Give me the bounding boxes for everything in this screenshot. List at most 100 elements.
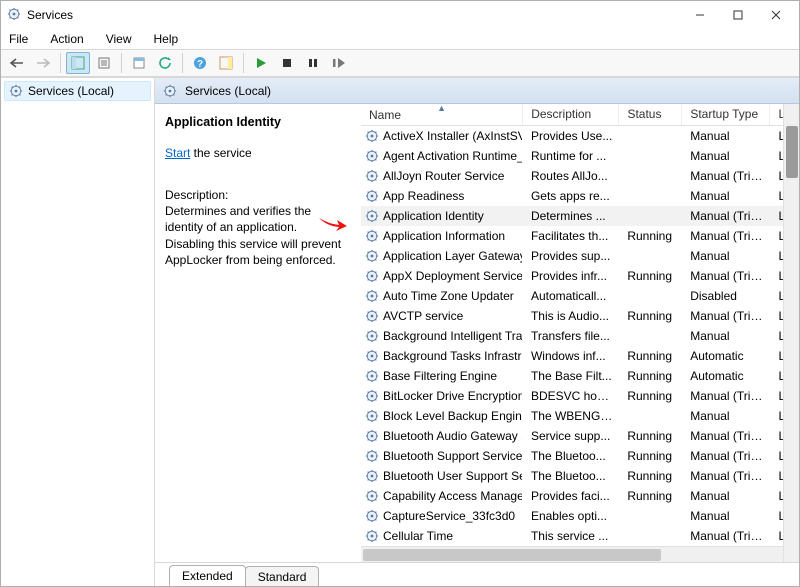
sort-asc-icon: ▲ [437,104,446,113]
gear-icon [365,389,379,403]
back-button[interactable] [5,52,29,74]
service-row[interactable]: Agent Activation Runtime_3...Runtime for… [361,146,799,166]
service-row[interactable]: AVCTP serviceThis is Audio...RunningManu… [361,306,799,326]
service-status: Running [619,366,682,386]
service-status [619,533,682,539]
service-row[interactable]: Auto Time Zone Updater Automaticall... Dis… [361,286,799,306]
col-startup-type[interactable]: Startup Type [682,104,770,125]
forward-button[interactable] [31,52,55,74]
vertical-scrollbar[interactable] [783,104,799,562]
service-status: Running [619,486,682,506]
detail-pane: Application Identity Start the service D… [155,104,361,562]
show-hide-tree-button[interactable] [66,52,90,74]
restart-service-button[interactable] [327,52,351,74]
service-row[interactable]: Cellular Time This service ... Manual (Tri… [361,526,799,546]
col-status[interactable]: Status [619,104,682,125]
tab-extended[interactable]: Extended [169,565,246,586]
service-startup-type: Disabled [682,286,770,306]
service-description: The Base Filt... [523,366,619,386]
gear-icon [365,129,379,143]
column-headers: Name ▲ Description Status Startup Type L… [361,104,799,126]
service-description: BDESVC hos... [523,386,619,406]
toolbar: ? [1,49,799,77]
gear-icon [365,489,379,503]
titlebar: Services [1,1,799,29]
service-row[interactable]: CaptureService_33fc3d0Enables opti...Man… [361,506,799,526]
service-row[interactable]: AllJoyn Router ServiceRoutes AllJo...Man… [361,166,799,186]
gear-icon [163,84,177,98]
help-button[interactable]: ? [188,52,212,74]
pause-service-button[interactable] [301,52,325,74]
menu-file[interactable]: File [5,30,32,48]
service-name: Agent Activation Runtime_3... [383,149,523,163]
service-status [619,413,682,419]
service-status [619,333,682,339]
service-startup-type: Manual (Trigg... [682,206,770,226]
service-row[interactable]: Bluetooth User Support Serv...The Blueto… [361,466,799,486]
service-row[interactable]: Block Level Backup Engine S...The WBENGI… [361,406,799,426]
service-description: This is Audio... [523,306,619,326]
service-description: Service supp... [523,426,619,446]
service-name: CaptureService_33fc3d0 [383,509,515,523]
close-button[interactable] [757,1,795,29]
service-startup-type: Manual (Trigg... [682,386,770,406]
service-startup-type: Manual (Trigg... [682,306,770,326]
col-name[interactable]: Name ▲ [361,104,523,125]
service-description: This service ... [523,526,619,546]
minimize-button[interactable] [681,1,719,29]
service-name: Cellular Time [383,529,453,543]
service-startup-type: Manual [682,406,770,426]
service-description: Automaticall... [523,286,619,306]
horizontal-scrollbar[interactable] [361,546,799,562]
export-list-button[interactable] [92,52,116,74]
start-service-rest: the service [190,146,251,160]
service-row[interactable]: Base Filtering Engine The Base Filt...Run… [361,366,799,386]
service-description: Enables opti... [523,506,619,526]
service-description: Provides Use... [523,126,619,146]
service-status [619,213,682,219]
start-service-button[interactable] [249,52,273,74]
service-name: Base Filtering Engine [383,369,497,383]
gear-icon [365,329,379,343]
service-name: Auto Time Zone Updater [383,289,514,303]
menu-action[interactable]: Action [46,30,87,48]
service-row[interactable]: App ReadinessGets apps re...ManualLoc [361,186,799,206]
service-row[interactable]: Background Tasks Infrastruc...Windows in… [361,346,799,366]
service-row[interactable]: Application InformationFacilitates th...… [361,226,799,246]
services-window: Services File Action View Help ? [0,0,800,587]
service-row[interactable]: BitLocker Drive Encryption S...BDESVC ho… [361,386,799,406]
tree-root-services-local[interactable]: Services (Local) [4,81,151,101]
tab-standard[interactable]: Standard [245,566,320,586]
maximize-button[interactable] [719,1,757,29]
service-row[interactable]: Bluetooth Support ServiceThe Bluetoo...R… [361,446,799,466]
service-row[interactable]: Capability Access Manager S...Provides f… [361,486,799,506]
menu-help[interactable]: Help [150,30,183,48]
service-row[interactable]: Bluetooth Audio Gateway Se...Service sup… [361,426,799,446]
stop-service-button[interactable] [275,52,299,74]
gear-icon [365,469,379,483]
service-description: Facilitates th... [523,226,619,246]
service-row[interactable]: AppX Deployment Service (A...Provides in… [361,266,799,286]
service-startup-type: Manual [682,126,770,146]
start-service-link[interactable]: Start [165,146,190,160]
description-body: Determines and verifies the identity of … [165,203,349,268]
show-hide-action-pane-button[interactable] [214,52,238,74]
properties-button[interactable] [127,52,151,74]
content-header: Services (Local) [155,78,799,104]
service-row[interactable]: Application IdentityDetermines ...Manual… [361,206,799,226]
service-startup-type: Manual (Trigg... [682,526,770,546]
service-name: Bluetooth Support Service [383,449,522,463]
service-row[interactable]: ActiveX Installer (AxInstSV)Provides Use… [361,126,799,146]
gear-icon [365,229,379,243]
refresh-button[interactable] [153,52,177,74]
service-name: Bluetooth User Support Serv... [383,469,523,483]
service-row[interactable]: Application Layer Gateway S...Provides s… [361,246,799,266]
svg-text:?: ? [197,59,203,70]
service-startup-type: Automatic [682,366,770,386]
description-label: Description: [165,187,349,203]
service-row[interactable]: Background Intelligent Tran...Transfers … [361,326,799,346]
gear-icon [365,289,379,303]
gear-icon [365,189,379,203]
menu-view[interactable]: View [102,30,136,48]
col-description[interactable]: Description [523,104,619,125]
